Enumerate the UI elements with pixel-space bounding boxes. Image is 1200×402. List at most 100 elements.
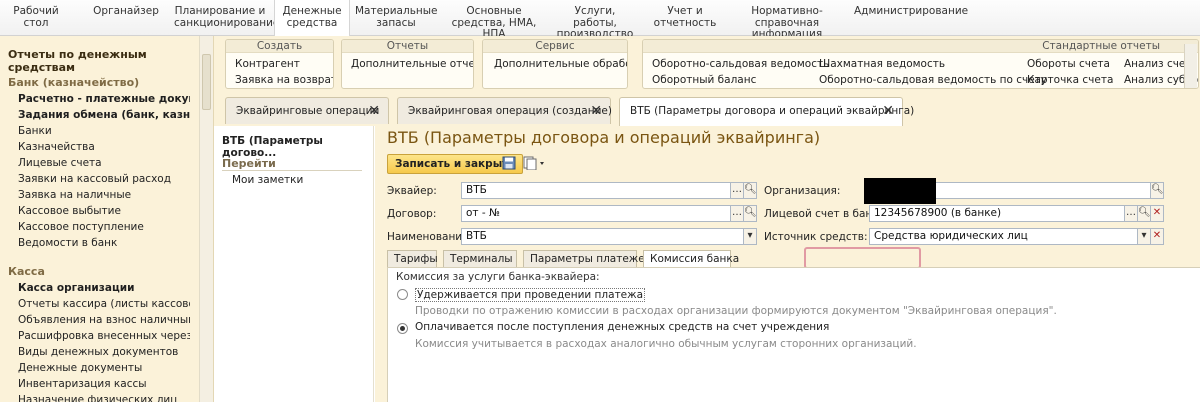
open-search-icon[interactable]: 🔍︎ (1150, 182, 1164, 199)
radio-selected-dot (400, 326, 405, 331)
cmd-counterparty[interactable]: Контрагент (235, 58, 300, 70)
tab-label: Эквайринговая операция (создание) (408, 105, 612, 117)
close-icon[interactable]: ✕ (368, 103, 380, 119)
name-label: Наименование: (387, 231, 473, 243)
select-button[interactable]: … (730, 182, 744, 199)
tab-vtb-params[interactable]: ВТБ (Параметры договора и операций эквай… (619, 97, 914, 126)
nav-item[interactable]: Денежные документы (18, 362, 190, 375)
open-search-icon[interactable]: 🔍︎ (743, 205, 757, 222)
tab-terminals[interactable]: Терминалы (443, 250, 517, 267)
group-header: Сервис (483, 40, 627, 53)
command-bar: Создать Контрагент Заявка на возврат Отч… (214, 36, 1200, 90)
my-notes-link[interactable]: Мои заметки (232, 174, 303, 186)
nav-item[interactable]: Расшифровка внесенных через бан... (18, 330, 190, 343)
option-withheld-hint: Проводки по отражению комиссии в расхода… (415, 305, 1057, 317)
highlight-frame (804, 247, 921, 269)
nav-item[interactable]: Назначение физических лиц (18, 394, 190, 402)
nav-item[interactable]: Кассовое поступление (18, 221, 190, 234)
documents-menu-icon[interactable] (523, 156, 545, 170)
cmd-turnover-sheet[interactable]: Оборотный баланс (652, 74, 756, 86)
tab-acquiring-operations[interactable]: Эквайринговые операции ✕ (225, 97, 389, 124)
section-money[interactable]: Денежные средства (274, 0, 350, 36)
close-icon[interactable]: ✕ (590, 103, 602, 119)
select-button[interactable]: … (730, 205, 744, 222)
nav-item[interactable]: Отчеты кассира (листы кассовой к... (18, 298, 190, 311)
tab-tariffs[interactable]: Тарифы (387, 250, 438, 267)
navigation-panel: Отчеты по денежным средствам Банк (казна… (0, 36, 214, 402)
cmd-account-card[interactable]: Карточка счета (1027, 74, 1113, 86)
close-icon[interactable]: ✕ (882, 103, 894, 119)
sections-bar: Рабочий стол Органайзер Планирование и с… (0, 0, 1200, 40)
clear-icon[interactable]: ✕ (1150, 205, 1164, 222)
group-standard-reports: Стандартные отчеты Оборотно-сальдовая ве… (642, 39, 1199, 89)
cmd-extra-reports[interactable]: Дополнительные отчеты (351, 58, 473, 70)
tab-acquiring-create[interactable]: Эквайринговая операция (создание) ✕ (397, 97, 612, 124)
window-tabs: Эквайринговые операции ✕ Эквайринговая оп… (214, 90, 1200, 126)
section-planning[interactable]: Планирование и санкционирование (174, 5, 279, 29)
option-withheld-label[interactable]: Удерживается при проведении платежа (415, 288, 646, 302)
nav-scrollbar[interactable] (199, 36, 213, 402)
option-paid-after-hint: Комиссия учитывается в расходах аналогич… (415, 338, 917, 350)
form-title: ВТБ (Параметры договора и операций эквай… (387, 128, 821, 147)
form-nav-title[interactable]: ВТБ (Параметры догово... (222, 135, 373, 159)
funds-source-label: Источник средств: (764, 231, 868, 243)
acquirer-label: Эквайер: (387, 185, 437, 197)
cmd-account-turnover[interactable]: Обороты счета (1027, 58, 1110, 70)
radio-paid-after[interactable] (397, 323, 408, 334)
nav-item[interactable]: Расчетно - платежные докуме... (18, 93, 190, 106)
section-desktop[interactable]: Рабочий стол (10, 5, 62, 29)
nav-item[interactable]: Ведомости в банк (18, 237, 190, 250)
name-field[interactable]: ВТБ (461, 228, 744, 245)
scroll-thumb[interactable] (202, 54, 211, 110)
clear-icon[interactable]: ✕ (1150, 228, 1164, 245)
option-paid-after-label[interactable]: Оплачивается после поступления денежных … (415, 321, 829, 333)
nav-item[interactable]: Заявка на наличные (18, 189, 190, 202)
divider (222, 170, 362, 171)
section-accounting[interactable]: Учет и отчетность (652, 5, 718, 29)
group-service: Сервис Дополнительные обработки (482, 39, 628, 89)
cmd-turnover-by-account[interactable]: Оборотно-сальдовая ведомость по счету (819, 74, 1047, 86)
nav-item[interactable]: Банки (18, 125, 190, 138)
redacted-block (864, 178, 936, 204)
cmd-extra-processing[interactable]: Дополнительные обработки (494, 58, 627, 70)
contract-field[interactable]: от - № (461, 205, 731, 222)
nav-item[interactable]: Заявки на кассовый расход (18, 173, 190, 186)
nav-item[interactable]: Инвентаризация кассы (18, 378, 190, 391)
commission-panel: Комиссия за услуги банка-эквайера: Удерж… (387, 267, 1200, 402)
tab-bank-commission[interactable]: Комиссия банка (643, 250, 739, 268)
group-header: Стандартные отчеты (643, 40, 1198, 53)
form-nav-panel: ВТБ (Параметры догово... Перейти Мои зам… (214, 126, 374, 402)
cmd-refund-request[interactable]: Заявка на возврат (235, 74, 333, 86)
contract-label: Договор: (387, 208, 437, 220)
funds-source-field[interactable]: Средства юридических лиц (869, 228, 1138, 245)
nav-item[interactable]: Объявления на взнос наличными (18, 314, 190, 327)
open-search-icon[interactable]: 🔍︎ (1137, 205, 1151, 222)
dropdown-icon[interactable]: ▾ (1137, 228, 1151, 245)
commands-scrollbar[interactable] (1184, 44, 1197, 88)
cmd-turnover-balance[interactable]: Оборотно-сальдовая ведомость (652, 58, 829, 70)
section-admin[interactable]: Администрирование (854, 5, 968, 18)
cmd-chess-sheet[interactable]: Шахматная ведомость (819, 58, 945, 70)
nav-group-cash: Касса (8, 265, 45, 278)
tab-payment-params[interactable]: Параметры платежей (523, 250, 652, 267)
group-create: Создать Контрагент Заявка на возврат (225, 39, 334, 89)
nav-item[interactable]: Кассовое выбытие (18, 205, 190, 218)
dropdown-icon[interactable]: ▾ (743, 228, 757, 245)
save-icon[interactable] (502, 156, 516, 170)
main-area: ВТБ (Параметры догово... Перейти Мои зам… (214, 126, 1200, 402)
select-button[interactable]: … (1124, 205, 1138, 222)
acquirer-field[interactable]: ВТБ (461, 182, 731, 199)
group-header: Отчеты (342, 40, 473, 53)
nav-item[interactable]: Виды денежных документов (18, 346, 190, 359)
section-organizer[interactable]: Органайзер (90, 5, 162, 18)
nav-item[interactable]: Задания обмена (банк, казна... (18, 109, 190, 122)
nav-reports-link[interactable]: Отчеты по денежным средствам (8, 48, 213, 74)
nav-item[interactable]: Лицевые счета (18, 157, 190, 170)
radio-withheld[interactable] (397, 289, 408, 300)
nav-item[interactable]: Касса организации (18, 282, 190, 295)
section-materials[interactable]: Материальные запасы (355, 5, 438, 29)
organization-label: Организация: (764, 185, 841, 197)
account-field[interactable]: 12345678900 (в банке) (869, 205, 1125, 222)
nav-item[interactable]: Казначейства (18, 141, 190, 154)
open-search-icon[interactable]: 🔍︎ (743, 182, 757, 199)
